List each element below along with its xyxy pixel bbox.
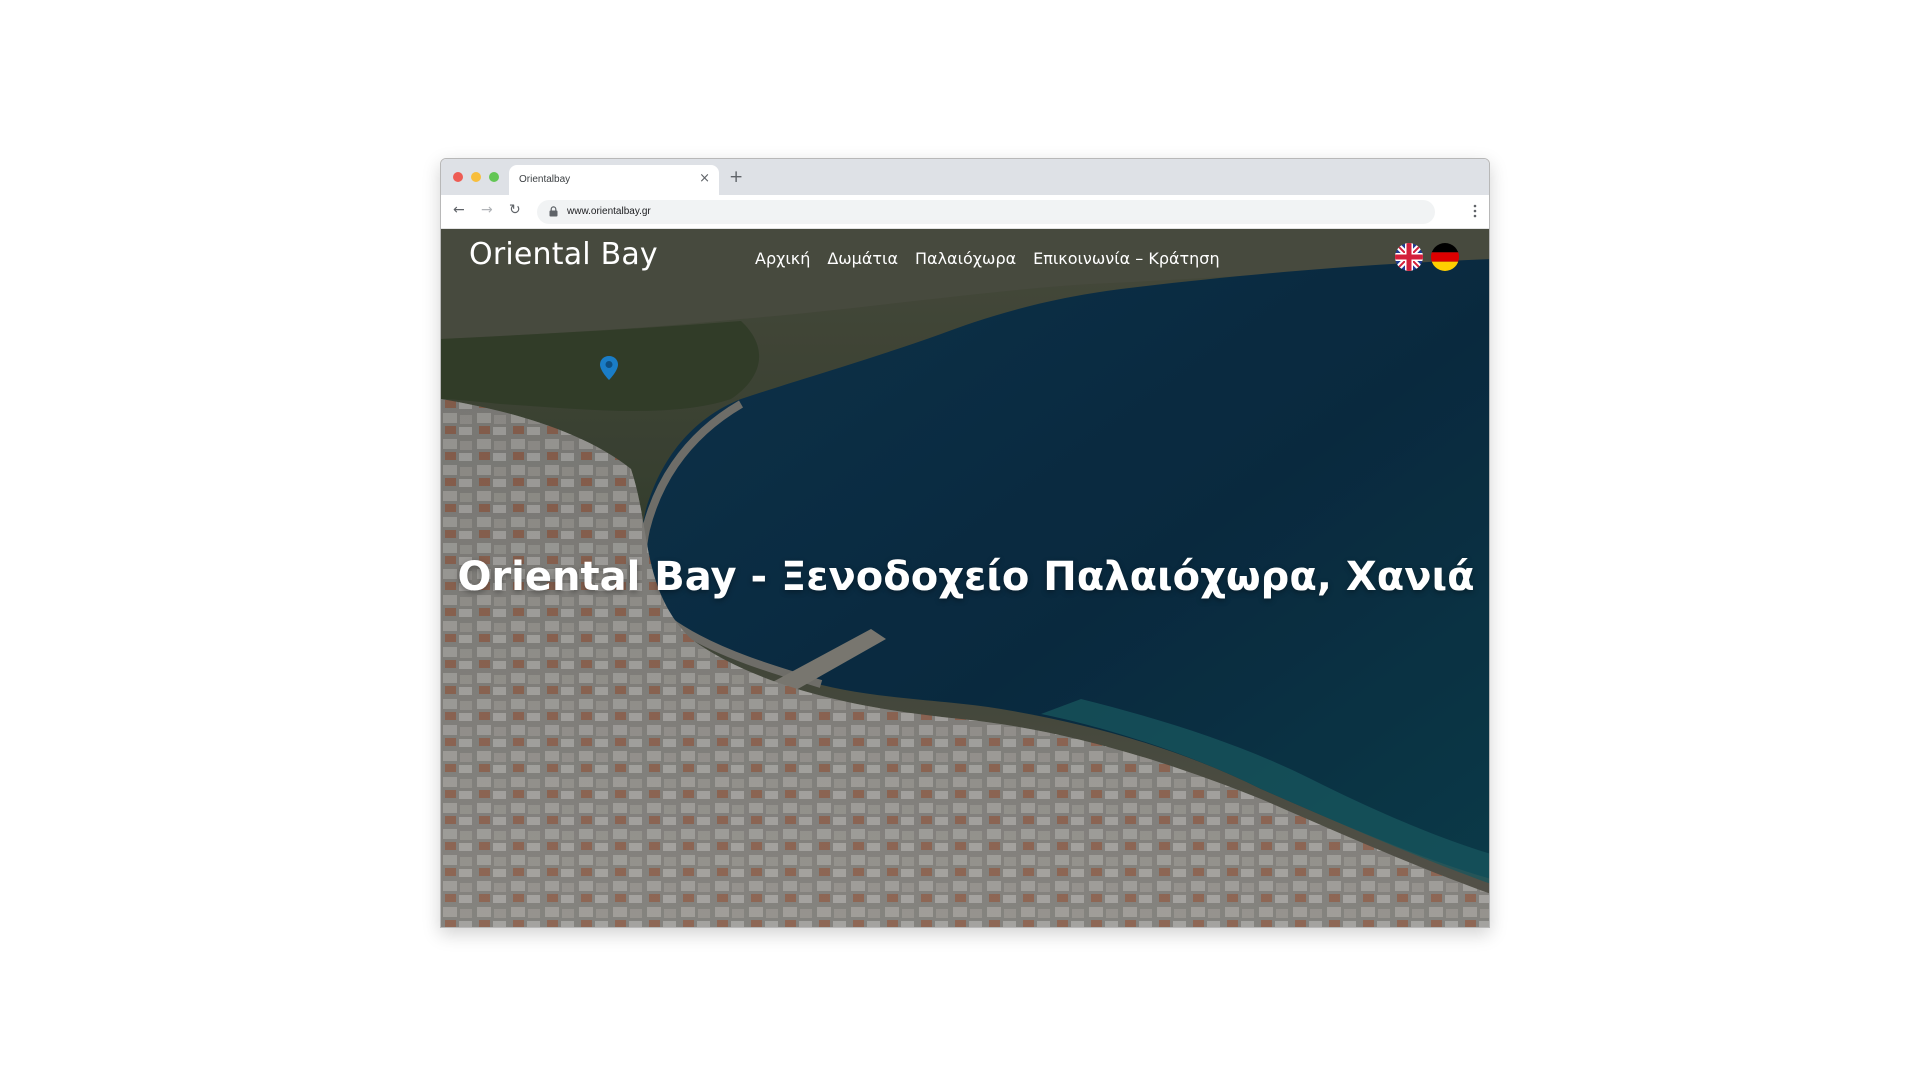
address-bar[interactable]: www.orientalbay.gr bbox=[537, 200, 1435, 224]
germany-flag-icon[interactable] bbox=[1431, 243, 1459, 271]
nav-item-contact-booking[interactable]: Επικοινωνία – Κράτηση bbox=[1033, 249, 1219, 268]
back-arrow-icon[interactable]: ← bbox=[453, 202, 465, 218]
nav-item-paleochora[interactable]: Παλαιόχωρα bbox=[915, 249, 1016, 268]
tab-title: Orientalbay bbox=[519, 174, 571, 185]
new-tab-button[interactable]: + bbox=[729, 167, 743, 187]
nav-item-rooms[interactable]: Δωμάτια bbox=[827, 249, 898, 268]
browser-toolbar: ← → ↻ www.orientalbay.gr bbox=[441, 195, 1489, 229]
language-switcher bbox=[1395, 243, 1459, 271]
page-viewport: Oriental Bay Αρχική Δωμάτια Παλαιόχωρα Ε… bbox=[441, 229, 1489, 927]
lock-icon bbox=[549, 206, 558, 217]
hero-title: Oriental Bay - Ξενοδοχείο Παλαιόχωρα, Χα… bbox=[457, 554, 1475, 600]
reload-icon[interactable]: ↻ bbox=[509, 202, 521, 218]
map-pin-icon bbox=[600, 356, 618, 380]
forward-arrow-icon[interactable]: → bbox=[481, 202, 493, 218]
browser-tab[interactable]: Orientalbay × bbox=[509, 165, 719, 195]
browser-menu-icon[interactable] bbox=[1473, 203, 1477, 219]
site-nav: Αρχική Δωμάτια Παλαιόχωρα Επικοινωνία – … bbox=[755, 249, 1220, 268]
uk-flag-icon[interactable] bbox=[1395, 243, 1423, 271]
close-tab-icon[interactable]: × bbox=[699, 171, 710, 186]
maximize-window-icon[interactable] bbox=[489, 172, 499, 182]
close-window-icon[interactable] bbox=[453, 172, 463, 182]
site-logo[interactable]: Oriental Bay bbox=[469, 237, 658, 272]
browser-window: Orientalbay × + ← → ↻ www.orientalbay.gr bbox=[440, 158, 1490, 928]
nav-item-home[interactable]: Αρχική bbox=[755, 249, 810, 268]
tab-bar: Orientalbay × + bbox=[441, 159, 1489, 195]
minimize-window-icon[interactable] bbox=[471, 172, 481, 182]
url-text: www.orientalbay.gr bbox=[567, 206, 651, 217]
